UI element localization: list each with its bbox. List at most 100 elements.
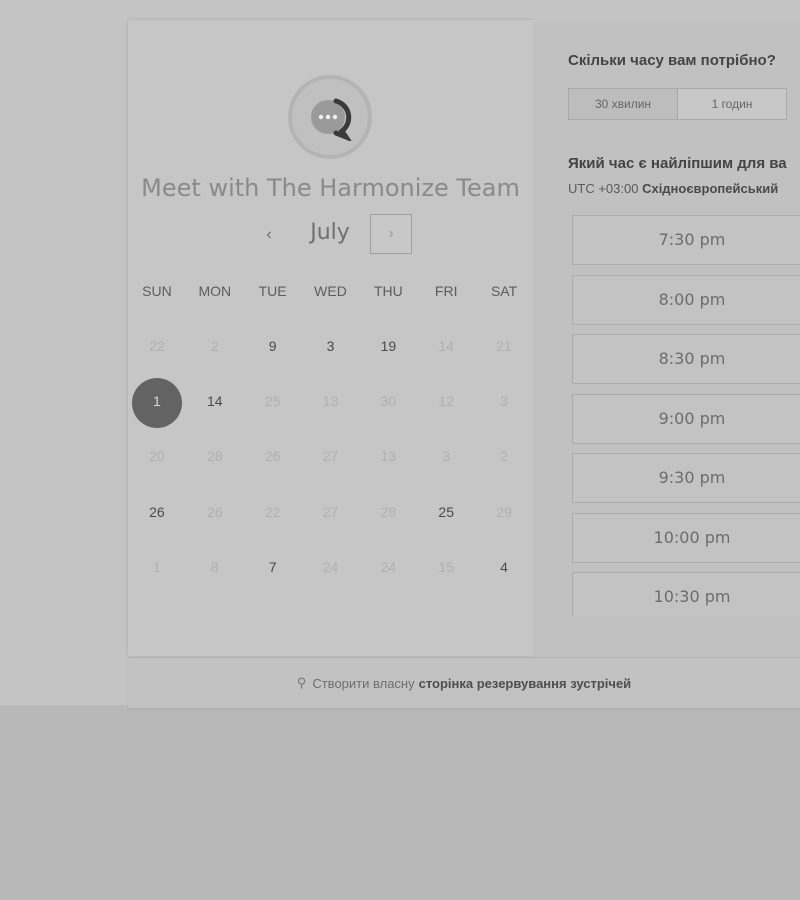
calendar-day: 24 <box>302 557 360 607</box>
footer-bar: ⚲ Створити власну сторінка резервування … <box>128 657 800 708</box>
calendar-day-number: 26 <box>264 448 281 464</box>
calendar-day-number: 30 <box>380 393 397 409</box>
calendar-day-number: 26 <box>149 504 165 520</box>
calendar-day-number: 26 <box>206 504 223 520</box>
calendar-day-number: 25 <box>264 393 281 409</box>
calendar-day: 21 <box>475 336 533 386</box>
calendar-day-number: 1 <box>153 559 161 575</box>
chat-bubble-logo-icon <box>311 98 352 141</box>
calendar-day-selected[interactable]: 1 <box>128 378 186 441</box>
duration-option-30min[interactable]: 30 хвилин <box>569 89 678 119</box>
calendar-day: 2 <box>475 446 533 496</box>
calendar-day-number: 22 <box>264 504 281 520</box>
calendar-week-row: 20 28 26 27 13 3 2 <box>128 446 533 496</box>
timezone-name: Східноєвропейський <box>642 181 779 196</box>
time-slot[interactable]: 8:00 pm <box>572 275 800 325</box>
calendar-day: 27 <box>302 446 360 496</box>
calendar-day-number: 27 <box>322 504 339 520</box>
calendar-day-number: 14 <box>438 338 454 354</box>
footer-prefix: Створити власну <box>312 675 415 691</box>
calendar-day-number: 7 <box>268 559 277 575</box>
time-slot[interactable]: 9:30 pm <box>572 453 800 503</box>
calendar-day: 26 <box>244 446 302 496</box>
calendar-day: 22 <box>244 502 302 552</box>
calendar-day-number: 9 <box>268 338 277 354</box>
prev-month-button[interactable]: ‹ <box>258 222 280 248</box>
calendar-day[interactable]: 19 <box>359 336 417 386</box>
calendar-day-number: 25 <box>438 504 454 520</box>
calendar-day: 15 <box>417 557 475 607</box>
meeting-title: Meet with The Harmonize Team <box>141 174 520 202</box>
duration-question: Скільки часу вам потрібно? <box>568 52 776 69</box>
calendar-day-number: 3 <box>442 448 451 464</box>
calendar-day[interactable]: 25 <box>417 502 475 552</box>
duration-selector: 30 хвилин 1 годин <box>568 88 787 120</box>
calendar-day: 13 <box>302 391 360 441</box>
calendar-day-number: 24 <box>380 559 397 575</box>
weekday-label: THU <box>373 283 403 299</box>
time-slot[interactable]: 9:00 pm <box>572 394 800 444</box>
time-slot[interactable]: 7:30 pm <box>572 215 800 265</box>
calendar-day-number: 13 <box>322 393 339 409</box>
calendar-day-number: 2 <box>500 448 508 464</box>
calendar-day: 30 <box>359 391 417 441</box>
avatar <box>288 75 372 159</box>
weekday-label: FRI <box>434 283 458 299</box>
calendar-day: 25 <box>244 391 302 441</box>
calendar-week-row: 22 2 9 3 19 14 21 <box>128 336 533 386</box>
month-label: July <box>310 220 350 245</box>
calendar-day-number: 24 <box>322 559 339 575</box>
calendar-day: 3 <box>417 446 475 496</box>
timezone-selector[interactable]: UTC +03:00 Східноєвропейський <box>568 181 778 196</box>
calendar-day-number: 3 <box>500 393 508 409</box>
calendar-day-number: 14 <box>206 393 223 409</box>
calendar-day-number: 28 <box>380 504 397 520</box>
calendar-day: 26 <box>186 502 244 552</box>
timezone-offset: UTC +03:00 <box>568 181 639 196</box>
calendar-day-number: 4 <box>500 559 508 575</box>
calendar-day: 12 <box>417 391 475 441</box>
weekday-label: SAT <box>490 283 518 299</box>
calendar-day-number: 13 <box>380 448 397 464</box>
calendar-week-row: 26 26 22 27 28 25 29 <box>128 502 533 552</box>
calendar-day[interactable]: 3 <box>302 336 360 386</box>
time-slot[interactable]: 10:00 pm <box>572 513 800 563</box>
calendar-day: 29 <box>475 502 533 552</box>
calendar-day-number: 19 <box>380 338 397 354</box>
calendar-day: 13 <box>359 446 417 496</box>
next-month-button[interactable]: › <box>370 214 412 254</box>
calendar-day: 14 <box>417 336 475 386</box>
calendar-day[interactable]: 7 <box>244 557 302 607</box>
calendar-day: 27 <box>302 502 360 552</box>
calendar-day-number: 29 <box>496 504 512 520</box>
calendar-day-number: 3 <box>326 338 335 354</box>
footer-link[interactable]: сторінка резервування зустрічей <box>419 676 632 691</box>
calendar-day-number: 27 <box>322 448 339 464</box>
time-slot[interactable]: 10:30 pm <box>572 572 800 616</box>
calendar-day: 1 <box>128 557 186 607</box>
calendar-day: 2 <box>186 336 244 386</box>
calendar-day: 8 <box>186 557 244 607</box>
time-question: Який час є найліпшим для ва <box>568 155 787 172</box>
calendar-day-number: 1 <box>153 393 161 409</box>
calendar-day: 28 <box>359 502 417 552</box>
calendar-day: 28 <box>186 446 244 496</box>
weekday-label: TUE <box>258 283 287 299</box>
calendar-day-number: 8 <box>210 559 219 575</box>
calendar-day-number: 20 <box>149 448 165 464</box>
calendar-panel: Meet with The Harmonize Team ‹ July › SU… <box>128 20 533 656</box>
calendar-day[interactable]: 4 <box>475 557 533 607</box>
calendar-day[interactable]: 26 <box>128 502 186 552</box>
time-slot[interactable]: 8:30 pm <box>572 334 800 384</box>
calendar-day-number: 12 <box>438 393 454 409</box>
weekday-label: WED <box>314 283 347 299</box>
calendar-day[interactable]: 9 <box>244 336 302 386</box>
calendar-week-row: 1 14 25 13 30 12 3 <box>128 378 533 441</box>
calendar-day[interactable]: 14 <box>186 391 244 441</box>
calendar-day: 3 <box>475 391 533 441</box>
weekday-header: SUN MON TUE WED THU FRI SAT <box>128 283 533 299</box>
duration-option-1h[interactable]: 1 годин <box>678 89 786 119</box>
calendar-day-number: 15 <box>438 559 454 575</box>
calendar-day-number: 2 <box>210 338 219 354</box>
weekday-label: MON <box>198 283 232 299</box>
